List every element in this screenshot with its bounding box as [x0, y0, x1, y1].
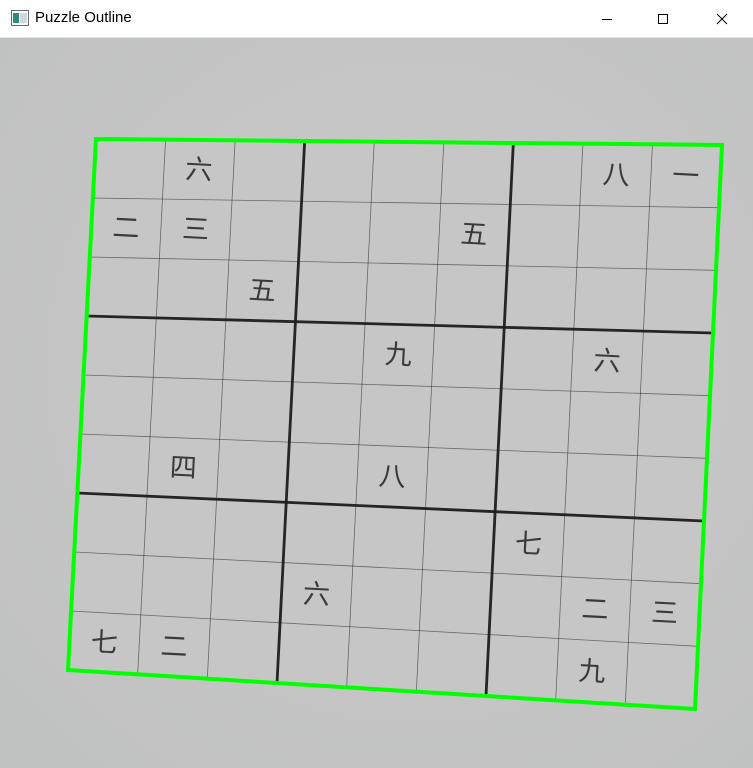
- close-button[interactable]: [699, 0, 745, 37]
- puzzle-image: 六八一二三五五九 六四 八七六二三七 二九: [0, 38, 753, 768]
- maximize-icon: [658, 13, 668, 24]
- window-app-icon: [11, 10, 29, 26]
- sudoku-digit: 二: [160, 631, 189, 663]
- sudoku-digit: 八: [378, 461, 407, 493]
- sudoku-digit: 九: [578, 656, 607, 688]
- sudoku-digit: 六: [184, 154, 213, 186]
- sudoku-digit: 二: [581, 594, 610, 626]
- window-title: Puzzle Outline: [35, 9, 132, 26]
- sudoku-digit: 五: [248, 275, 277, 307]
- sudoku-digit: 七: [514, 528, 543, 560]
- maximize-button[interactable]: [640, 0, 686, 37]
- sudoku-digit: 七: [90, 627, 119, 659]
- sudoku-digit: 三: [650, 597, 679, 629]
- sudoku-digit: 一: [671, 160, 700, 192]
- sudoku-digit: 三: [181, 214, 210, 246]
- sudoku-digit: 四: [169, 452, 198, 484]
- minimize-icon: [602, 18, 612, 20]
- title-bar: Puzzle Outline: [0, 0, 753, 38]
- sudoku-digit: 六: [302, 579, 331, 611]
- sudoku-digit: 二: [112, 212, 141, 244]
- puzzle-board: [68, 139, 722, 709]
- sudoku-digit: 六: [593, 346, 622, 378]
- close-icon: [716, 13, 728, 24]
- minimize-button[interactable]: [584, 0, 630, 37]
- sudoku-digit: 九: [384, 339, 413, 371]
- sudoku-digit: 八: [602, 159, 631, 191]
- sudoku-digit: 五: [460, 219, 489, 251]
